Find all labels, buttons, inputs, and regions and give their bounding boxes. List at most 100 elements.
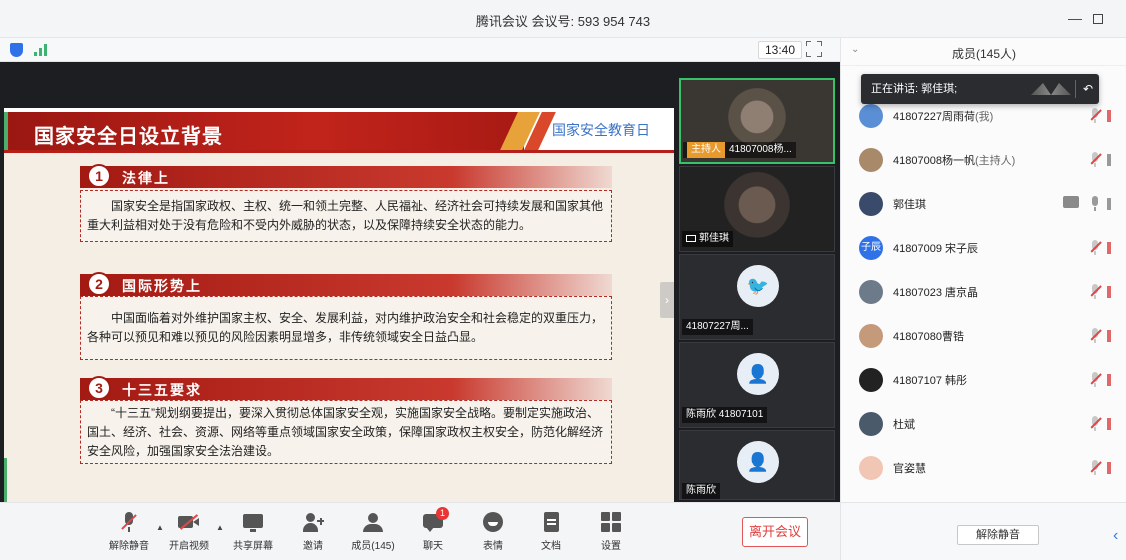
documents-button[interactable]: 文档 bbox=[524, 511, 578, 552]
tile-name: 陈雨欣 41807101 bbox=[686, 409, 764, 420]
member-name: 41807107 韩彤 bbox=[893, 375, 967, 387]
video-off-icon[interactable] bbox=[1107, 418, 1111, 430]
speaking-indicator: 正在讲话: 郭佳琪; ↶ bbox=[861, 74, 1099, 104]
shared-slide: 国家安全日设立背景 国家安全教育日 1 法律上 国家安全是指国家政权、主权、统一… bbox=[4, 108, 674, 523]
avatar: 子辰 bbox=[859, 236, 883, 260]
host-badge: 主持人 bbox=[687, 142, 725, 158]
member-row[interactable]: 41807023 唐京晶 bbox=[841, 270, 1126, 314]
toolbar-label: 共享屏幕 bbox=[233, 541, 273, 552]
member-row[interactable]: 41807080曹锆 bbox=[841, 314, 1126, 358]
mic-icon[interactable] bbox=[1089, 196, 1101, 212]
muted-mic-icon[interactable] bbox=[1089, 284, 1102, 300]
member-row[interactable]: 子辰 41807009 宋子辰 bbox=[841, 226, 1126, 270]
member-row[interactable]: 郭佳琪 bbox=[841, 182, 1126, 226]
member-name: 41807008杨一帆 bbox=[893, 155, 975, 167]
avatar bbox=[859, 192, 883, 216]
leave-meeting-button[interactable]: 离开会议 bbox=[742, 517, 808, 547]
unmute-button[interactable]: 解除静音 bbox=[102, 511, 156, 552]
member-name: 41807080曹锆 bbox=[893, 331, 964, 343]
avatar bbox=[859, 368, 883, 392]
section-heading-1: 1 法律上 bbox=[80, 164, 612, 188]
members-button[interactable]: 成员(145) bbox=[346, 511, 400, 552]
signal-icon[interactable] bbox=[34, 44, 48, 56]
shield-icon[interactable] bbox=[10, 43, 23, 57]
toolbar-label: 聊天 bbox=[423, 541, 443, 552]
settings-button[interactable]: 设置 bbox=[584, 511, 638, 552]
muted-mic-icon[interactable] bbox=[1089, 460, 1102, 476]
panel-title: 成员(145人) bbox=[951, 47, 1016, 61]
screen-share-icon bbox=[686, 235, 696, 242]
muted-mic-icon[interactable] bbox=[1089, 328, 1102, 344]
meeting-status-strip: 13:40 bbox=[0, 38, 840, 62]
emoji-icon bbox=[482, 511, 504, 533]
section-number: 2 bbox=[87, 272, 111, 296]
video-tile[interactable]: 👤 陈雨欣 41807101 bbox=[679, 342, 835, 428]
member-row[interactable]: 官姿慧 bbox=[841, 446, 1126, 490]
section-text-3: “十三五”规划纲要提出，要深入贯彻总体国家安全观，实施国家安全战略。要制定实施政… bbox=[80, 400, 612, 464]
member-name: 郭佳琪 bbox=[893, 199, 926, 211]
grid-settings-icon bbox=[600, 511, 622, 533]
tile-name: 陈雨欣 bbox=[686, 485, 716, 496]
video-icon[interactable] bbox=[1107, 198, 1111, 210]
toolbar-label: 解除静音 bbox=[109, 541, 149, 552]
section-text-1: 国家安全是指国家政权、主权、统一和领土完整、人民福祉、经济社会可持续发展和国家其… bbox=[80, 190, 612, 242]
tile-name: 41807227周... bbox=[686, 321, 749, 332]
chevron-left-icon[interactable]: ‹ bbox=[1113, 527, 1118, 545]
section-title: 国际形势上 bbox=[122, 278, 202, 294]
member-name: 41807227周雨荷 bbox=[893, 111, 975, 123]
toolbar-label: 设置 bbox=[601, 541, 621, 552]
fullscreen-icon[interactable] bbox=[806, 41, 822, 57]
muted-mic-icon[interactable] bbox=[1089, 240, 1102, 256]
members-panel: ⌄ 成员(145人) 正在讲话: 郭佳琪; ↶ 41807227周雨荷(我) 4… bbox=[840, 38, 1126, 560]
video-off-icon[interactable] bbox=[1107, 374, 1111, 386]
emoji-button[interactable]: 表情 bbox=[466, 511, 520, 552]
member-name: 41807023 唐京晶 bbox=[893, 287, 978, 299]
video-off-icon[interactable] bbox=[1107, 462, 1111, 474]
muted-mic-icon[interactable] bbox=[1089, 416, 1102, 432]
return-arrow-icon[interactable]: ↶ bbox=[1083, 74, 1093, 104]
avatar bbox=[859, 280, 883, 304]
muted-mic-icon[interactable] bbox=[1089, 372, 1102, 388]
video-tile[interactable]: 郭佳琪 bbox=[679, 166, 835, 252]
avatar bbox=[859, 104, 883, 128]
member-row[interactable]: 41807008杨一帆(主持人) bbox=[841, 138, 1126, 182]
video-tile[interactable]: 主持人 41807008杨... bbox=[679, 78, 835, 164]
member-row[interactable]: 41807107 韩彤 bbox=[841, 358, 1126, 402]
section-title: 十三五要求 bbox=[122, 382, 202, 398]
member-name: 杜斌 bbox=[893, 419, 915, 431]
member-name: 41807009 宋子辰 bbox=[893, 243, 978, 255]
share-screen-icon bbox=[242, 511, 264, 533]
video-off-icon[interactable] bbox=[1107, 286, 1111, 298]
screen-share-icon[interactable] bbox=[1063, 196, 1079, 208]
chat-button[interactable]: 1 聊天 bbox=[406, 507, 460, 552]
video-icon[interactable] bbox=[1107, 154, 1111, 166]
toolbar-label: 文档 bbox=[541, 541, 561, 552]
users-icon bbox=[362, 511, 384, 533]
video-off-icon[interactable] bbox=[1107, 110, 1111, 122]
video-off-icon[interactable] bbox=[1107, 330, 1111, 342]
share-screen-button[interactable]: 共享屏幕 bbox=[226, 511, 280, 552]
unmute-all-button[interactable]: 解除静音 bbox=[957, 525, 1039, 545]
chevron-right-icon[interactable]: › bbox=[660, 282, 674, 318]
video-tile[interactable]: 👤 陈雨欣 bbox=[679, 430, 835, 500]
start-video-button[interactable]: 开启视频 bbox=[162, 511, 216, 552]
video-tile[interactable]: 🐦 41807227周... bbox=[679, 254, 835, 340]
avatar bbox=[859, 324, 883, 348]
minimize-button[interactable]: — bbox=[1068, 10, 1082, 26]
invite-button[interactable]: 邀请 bbox=[286, 511, 340, 552]
tile-name: 郭佳琪 bbox=[699, 233, 729, 244]
toolbar-label: 邀请 bbox=[303, 541, 323, 552]
chat-badge: 1 bbox=[436, 507, 449, 520]
title-bar: 腾讯会议 会议号: 593 954 743 — bbox=[0, 0, 1126, 38]
window-title: 腾讯会议 会议号: 593 954 743 bbox=[475, 14, 651, 29]
muted-mic-icon[interactable] bbox=[1089, 152, 1102, 168]
video-off-icon[interactable] bbox=[1107, 242, 1111, 254]
maximize-button[interactable] bbox=[1093, 14, 1103, 24]
caret-up-icon[interactable]: ▲ bbox=[216, 523, 224, 532]
panel-header: ⌄ 成员(145人) bbox=[841, 38, 1126, 66]
member-row[interactable]: 杜斌 bbox=[841, 402, 1126, 446]
muted-mic-icon[interactable] bbox=[1089, 108, 1102, 124]
slide-title: 国家安全日设立背景 bbox=[34, 124, 223, 148]
slide-tag: 国家安全教育日 bbox=[552, 122, 650, 138]
toolbar-label: 表情 bbox=[483, 541, 503, 552]
